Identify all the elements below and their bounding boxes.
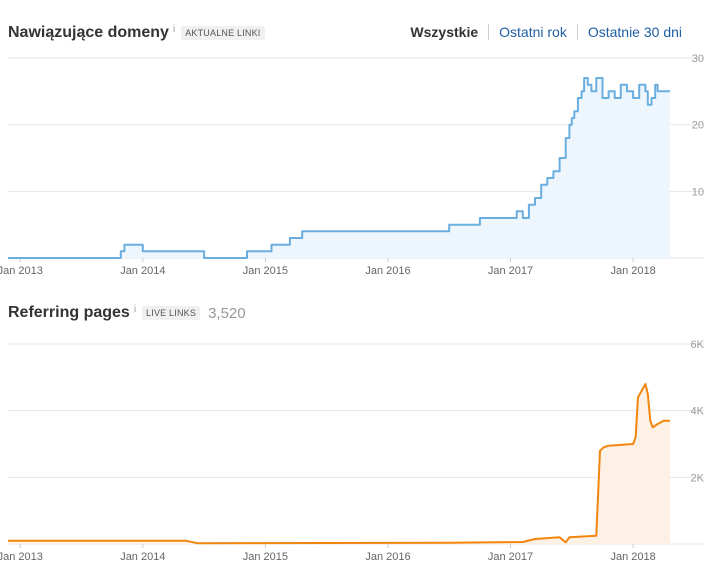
y-tick-label: 4K — [691, 406, 705, 418]
referring-pages-header: Referring pages i LIVE LINKS 3,520 — [8, 302, 246, 324]
y-tick-label: 30 — [692, 53, 704, 65]
x-tick-label: Jan 2013 — [0, 551, 43, 563]
referring-domains-title: Nawiązujące domeny — [8, 24, 169, 41]
live-links-badge: AKTUALNE LINKI — [181, 26, 265, 40]
series-area — [8, 384, 670, 544]
x-tick-label: Jan 2015 — [243, 265, 288, 277]
x-tick-label: Jan 2013 — [0, 265, 43, 277]
time-range-tabs: Wszystkie Ostatni rok Ostatnie 30 dni — [400, 24, 692, 40]
referring-pages-chart: 2K 4K 6K Jan 2013 Jan 2014 Jan 2015 Jan 2016 Ja… — [0, 339, 705, 563]
referring-domains-header: Nawiązujące domeny i AKTUALNE LINKI — [8, 22, 265, 44]
live-links-badge: LIVE LINKS — [142, 306, 201, 320]
referring-pages-title: Referring pages — [8, 304, 130, 321]
referring-pages-section: 2K 4K 6K Jan 2013 Jan 2014 Jan 2015 Jan 2016 Ja… — [0, 290, 712, 574]
referring-pages-count: 3,520 — [208, 304, 246, 322]
y-tick-label: 6K — [691, 339, 705, 351]
x-tick-label: Jan 2017 — [488, 551, 533, 563]
y-tick-label: 2K — [691, 472, 705, 484]
x-tick-label: Jan 2018 — [610, 551, 655, 563]
referring-domains-section: 10 20 30 Jan 2013 Jan 2014 Jan 2015 Jan 2016 Ja… — [0, 0, 712, 290]
tab-all[interactable]: Wszystkie — [400, 24, 488, 40]
x-tick-label: Jan 2016 — [365, 265, 410, 277]
y-tick-label: 10 — [692, 186, 704, 198]
info-icon[interactable]: i — [173, 24, 175, 35]
x-tick-label: Jan 2016 — [365, 551, 410, 563]
x-tick-label: Jan 2015 — [243, 551, 288, 563]
x-tick-label: Jan 2017 — [488, 265, 533, 277]
series-line — [8, 383, 670, 545]
x-tick-label: Jan 2018 — [610, 265, 655, 277]
tab-last-30-days[interactable]: Ostatnie 30 dni — [576, 24, 692, 40]
x-tick-label: Jan 2014 — [120, 265, 165, 277]
info-icon[interactable]: i — [134, 304, 136, 315]
tab-last-year[interactable]: Ostatni rok — [488, 24, 577, 40]
y-tick-label: 20 — [692, 120, 704, 132]
x-tick-label: Jan 2014 — [120, 551, 165, 563]
